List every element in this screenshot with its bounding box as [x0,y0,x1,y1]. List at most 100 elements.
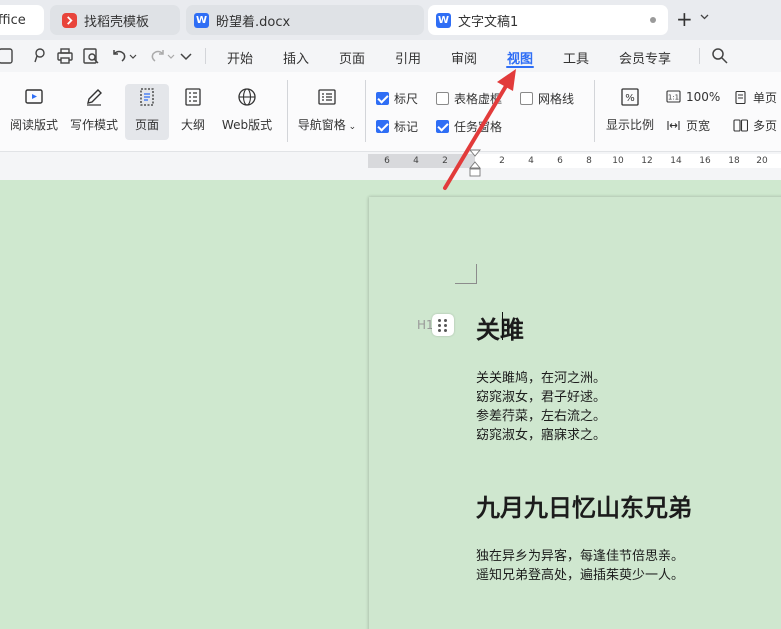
ruler-tick: 20 [756,156,768,166]
heading-1[interactable]: 关雎 [476,310,524,345]
ruler-tick: 4 [413,156,419,166]
markup-checkbox[interactable]: 标记 [376,118,418,135]
menu-bar: 开始 插入 页面 引用 审阅 视图 工具 会员专享 [0,40,781,72]
tab-office[interactable]: ffice [0,5,44,35]
page-width-icon [667,121,680,130]
nav-pane-icon [318,89,336,105]
search-icon[interactable] [710,46,730,66]
more-dropdown-icon[interactable] [176,46,196,66]
save-icon[interactable] [0,46,16,66]
divider [287,80,288,142]
tab-docx-label: 盼望着.docx [216,14,291,30]
menu-review[interactable]: 审阅 [451,48,477,67]
active-menu-underline [506,66,534,68]
nav-pane-button[interactable]: 导航窗格 ⌄ [296,86,358,136]
zoom-icon: % [621,88,639,106]
paragraph-line: 窈窕淑女，寤寐求之。 [476,428,607,443]
writer-icon: W [436,12,451,28]
paragraph-line: 独在异乡为异客，每逢佳节倍思亲。 [476,549,685,564]
drag-handle-icon[interactable] [432,314,454,336]
zoom-100-label: 100% [686,89,721,104]
tab-docx[interactable]: W 盼望着.docx [186,5,424,35]
ruler-tick: 8 [586,156,592,166]
daoke-icon [62,12,77,28]
ruler-tick: 2 [499,156,505,166]
menu-reference[interactable]: 引用 [395,48,421,67]
menu-page[interactable]: 页面 [339,48,365,67]
horizontal-ruler[interactable]: 6 4 2 2 4 6 8 10 12 14 16 18 20 [368,154,781,168]
ruler-checkbox[interactable]: 标尺 [376,90,418,107]
tab-template[interactable]: 找稻壳模板 [50,5,180,35]
reading-mode-button[interactable]: 阅读版式 [8,86,60,136]
ruler-tick: 4 [528,156,534,166]
page-view-button[interactable]: 页面 [125,84,169,140]
writer-icon: W [194,12,209,28]
tab-current-doc-label: 文字文稿1 [458,14,519,30]
chevron-down-icon[interactable] [700,12,709,23]
indent-marker-icon[interactable] [468,148,482,180]
menu-tools[interactable]: 工具 [563,48,589,67]
undo-icon[interactable] [109,46,129,66]
task-pane-checkbox[interactable]: 任务窗格 [436,118,502,135]
ruler-tick: 14 [670,156,682,166]
redo-icon[interactable] [148,46,168,66]
zoom-button[interactable]: % 显示比例 [603,86,657,136]
outline-view-button[interactable]: 大纲 [176,86,210,136]
heading-2[interactable]: 九月九日忆山东兄弟 [476,488,692,523]
menu-vip[interactable]: 会员专享 [619,48,671,67]
page-view-label: 页面 [134,118,159,132]
paragraph-1[interactable]: 关关雎鸠，在河之洲。 窈窕淑女，君子好逑。 参差荇菜，左右流之。 窈窕淑女，寤寐… [476,369,606,445]
single-page-icon [735,90,746,105]
ruler-tick: 2 [442,156,448,166]
multi-page-icon [733,119,748,132]
ruler-tick: 12 [641,156,653,166]
tab-current-doc[interactable]: W 文字文稿1 [428,5,668,35]
svg-text:1:1: 1:1 [668,94,679,102]
web-view-button[interactable]: Web版式 [220,86,274,136]
redo-dropdown-icon[interactable] [166,46,176,66]
menu-view[interactable]: 视图 [507,48,533,67]
svg-text:%: % [625,93,635,104]
gridlines-checkbox[interactable]: 网格线 [520,90,574,107]
outline-view-label: 大纲 [180,118,205,132]
attach-icon[interactable] [30,46,50,66]
new-tab-button[interactable]: + [676,8,693,30]
paragraph-2[interactable]: 独在异乡为异客，每逢佳节倍思亲。 遥知兄弟登高处，遍插茱萸少一人。 [476,547,684,585]
gridlines-checkbox-box[interactable] [520,92,533,105]
unsaved-dot-icon[interactable] [650,17,656,23]
reading-mode-icon [25,89,43,104]
writing-mode-button[interactable]: 写作模式 [68,86,120,136]
task-pane-checkbox-label: 任务窗格 [454,120,503,134]
ribbon-view: 阅读版式 写作模式 页面 大纲 Web版式 导航窗格 ⌄ 标尺 表格虚框 网格线… [0,72,781,152]
ruler-tick: 6 [384,156,390,166]
task-pane-checkbox-box[interactable] [436,120,449,133]
pen-icon [87,89,102,106]
divider [699,48,700,64]
menu-start[interactable]: 开始 [227,48,253,67]
ruler-checkbox-box[interactable] [376,92,389,105]
markup-checkbox-box[interactable] [376,120,389,133]
page-width-button[interactable]: 页宽 [666,117,710,134]
globe-icon [238,88,256,106]
single-page-button[interactable]: 单页 [733,89,777,106]
menu-insert[interactable]: 插入 [283,48,309,67]
print-preview-icon[interactable] [81,46,101,66]
zoom-100-button[interactable]: 1:1 100% [666,89,720,104]
table-gridlines-checkbox-box[interactable] [436,92,449,105]
page-view-icon [140,88,154,106]
nav-pane-label: 导航窗格 ⌄ [298,116,356,133]
chevron-down-icon: ⌄ [345,122,357,132]
undo-dropdown-icon[interactable] [128,46,138,66]
table-gridlines-checkbox[interactable]: 表格虚框 [436,90,502,107]
multi-page-button[interactable]: 多页 [733,117,777,134]
actual-size-icon: 1:1 [666,90,681,103]
web-view-label: Web版式 [221,118,273,132]
ruler-tick: 16 [699,156,711,166]
page-width-label: 页宽 [686,119,711,133]
outline-icon [185,88,201,106]
paragraph-line: 遥知兄弟登高处，遍插茱萸少一人。 [476,568,685,583]
print-icon[interactable] [55,46,75,66]
single-page-label: 单页 [753,91,778,105]
ruler-tick: 10 [612,156,624,166]
zoom-label: 显示比例 [605,118,654,132]
